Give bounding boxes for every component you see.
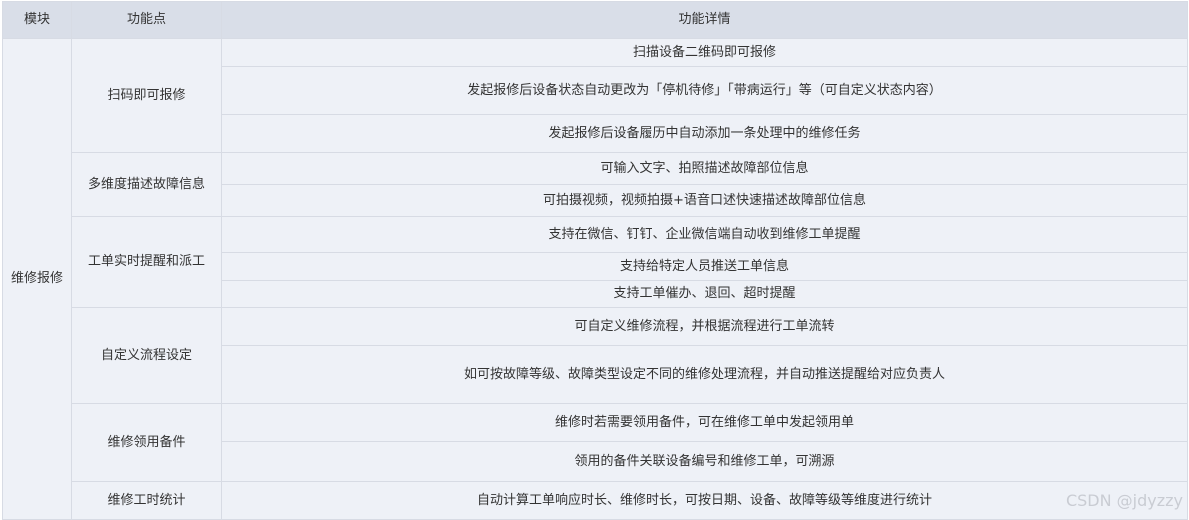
header-detail: 功能详情 — [221, 1, 1188, 39]
detail-cell: 可拍摄视频，视频拍摄+语音口述快速描述故障部位信息 — [221, 184, 1188, 217]
detail-cell: 支持给特定人员推送工单信息 — [221, 252, 1188, 281]
detail-cell: 可输入文字、拍照描述故障部位信息 — [221, 152, 1188, 185]
detail-cell: 发起报修后设备履历中自动添加一条处理中的维修任务 — [221, 114, 1188, 153]
header-row: 模块 功能点 功能详情 — [2, 1, 1188, 39]
table-row: 维修领用备件 维修时若需要领用备件，可在维修工单中发起领用单 — [3, 403, 1188, 482]
feature-cell: 扫码即可报修 — [71, 38, 222, 153]
table-row: 多维度描述故障信息 可输入文字、拍照描述故障部位信息 — [3, 152, 1188, 217]
module-cell: 维修报修 — [2, 38, 72, 520]
feature-cell: 工单实时提醒和派工 — [71, 216, 222, 308]
feature-table: 模块 功能点 功能详情 维修报修 扫码即可报修 扫描设备二维码即可报修 发起报修… — [2, 1, 1188, 520]
table-row: 自定义流程设定 可自定义维修流程，并根据流程进行工单流转 — [3, 307, 1188, 404]
header-module: 模块 — [2, 1, 72, 39]
feature-cell: 维修工时统计 — [71, 481, 222, 520]
detail-cell: 自动计算工单响应时长、维修时长，可按日期、设备、故障等级等维度进行统计 — [221, 481, 1188, 520]
table-row: 维修报修 扫码即可报修 扫描设备二维码即可报修 — [2, 38, 1188, 520]
feature-cell: 维修领用备件 — [71, 403, 222, 482]
detail-cell: 发起报修后设备状态自动更改为「停机待修」「带病运行」等（可自定义状态内容） — [221, 66, 1188, 115]
header-feature: 功能点 — [71, 1, 222, 39]
detail-cell: 领用的备件关联设备编号和维修工单，可溯源 — [221, 441, 1188, 482]
table-row: 维修工时统计 自动计算工单响应时长、维修时长，可按日期、设备、故障等级等维度进行… — [3, 481, 1188, 520]
detail-cell: 维修时若需要领用备件，可在维修工单中发起领用单 — [221, 403, 1188, 442]
detail-cell: 支持在微信、钉钉、企业微信端自动收到维修工单提醒 — [221, 216, 1188, 253]
detail-cell: 可自定义维修流程，并根据流程进行工单流转 — [221, 307, 1188, 346]
feature-cell: 自定义流程设定 — [71, 307, 222, 404]
table-row: 工单实时提醒和派工 支持在微信、钉钉、企业微信端自动收到维修工单提醒 — [3, 216, 1188, 308]
detail-cell: 扫描设备二维码即可报修 — [221, 38, 1188, 67]
detail-cell: 如可按故障等级、故障类型设定不同的维修处理流程，并自动推送提醒给对应负责人 — [221, 345, 1188, 404]
detail-cell: 支持工单催办、退回、超时提醒 — [221, 280, 1188, 308]
feature-cell: 多维度描述故障信息 — [71, 152, 222, 217]
